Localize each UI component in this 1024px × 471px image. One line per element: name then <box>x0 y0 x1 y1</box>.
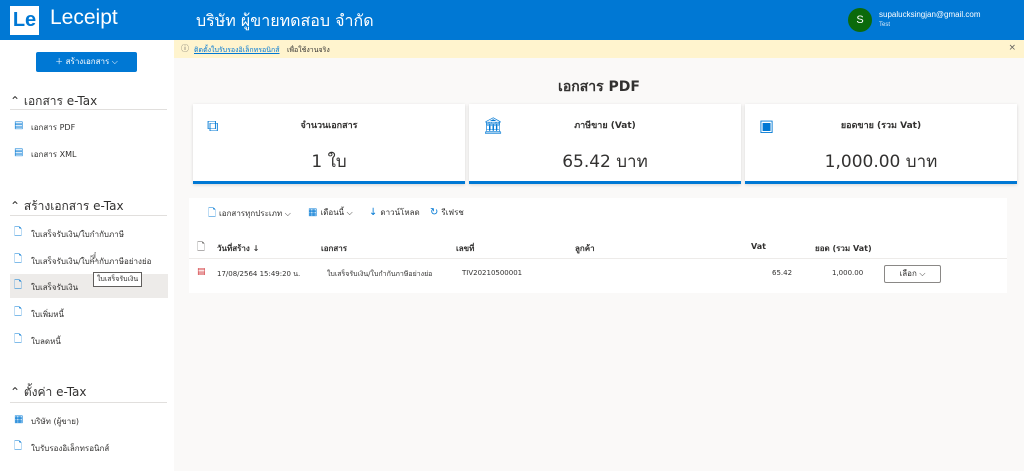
xml-document-icon: ▤ <box>14 147 24 158</box>
sidebar-item-company[interactable]: ▦ บริษัท (ผู้ขาย) <box>10 408 168 432</box>
card-value: 65.42 บาท <box>562 152 648 172</box>
sidebar-item-xml[interactable]: ▤ เอกสาร XML <box>10 141 168 165</box>
card-title: ภาษีขาย (Vat) <box>574 121 636 131</box>
page-title: เอกสาร PDF <box>558 79 640 95</box>
sidebar-item-label: เอกสาร PDF <box>31 123 76 132</box>
document-icon: 🗋 <box>208 208 217 219</box>
cell-vat: 65.42 <box>772 269 793 277</box>
section-etax-settings[interactable]: ⌃ ตั้งค่า e-Tax <box>10 383 87 402</box>
refresh-icon: ↻ <box>430 207 439 218</box>
notice-text: เพื่อใช้งานจริง <box>287 46 330 54</box>
divider <box>10 402 167 403</box>
month-label: เดือนนี้ <box>320 208 345 217</box>
card-title: จำนวนเอกสาร <box>300 121 358 131</box>
tooltip: ใบเสร็จรับเงิน <box>93 272 143 287</box>
document-add-icon: 🗋 <box>14 254 23 265</box>
sidebar-item-label: ใบลดหนี้ <box>31 337 61 346</box>
cell-total: 1,000.00 <box>832 269 864 277</box>
doc-type-label: เอกสารทุกประเภท <box>219 209 283 218</box>
app-name[interactable]: Leceipt <box>50 6 118 30</box>
sidebar-item-debit-note[interactable]: 🗋 ใบเพิ่มหนี้ <box>10 301 168 325</box>
month-filter[interactable]: ▦ เดือนนี้ ⌵ <box>308 206 353 219</box>
download-button[interactable]: ↓ ดาวน์โหลด <box>369 206 420 219</box>
card-value: 1 ใบ <box>311 152 347 172</box>
column-header-date[interactable]: วันที่สร้าง ↓ <box>217 242 259 255</box>
column-header-document[interactable]: เอกสาร <box>321 242 347 255</box>
documents-panel: 🗋 เอกสารทุกประเภท ⌵ ▦ เดือนนี้ ⌵ ↓ ดาวน์โหล… <box>189 198 1007 293</box>
sidebar-item-certificate[interactable]: 🗋 ใบรับรองอิเล็กทรอนิกส์ <box>10 435 168 459</box>
sidebar-item-receipt[interactable]: 🗋 ใบเสร็จรับเงิน <box>10 274 168 298</box>
building-icon: ▦ <box>14 414 24 425</box>
sidebar-item-label: ใบรับรองอิเล็กทรอนิกส์ <box>31 444 110 453</box>
avatar[interactable]: S <box>848 8 872 32</box>
cell-date: 17/08/2564 15:49:20 น. <box>217 270 301 278</box>
column-header-number[interactable]: เลขที่ <box>456 242 474 255</box>
refresh-label: รีเฟรช <box>441 208 464 217</box>
refresh-button[interactable]: ↻ รีเฟรช <box>430 206 464 219</box>
sidebar-item-label: บริษัท (ผู้ขาย) <box>31 417 80 426</box>
document-add-icon: 🗋 <box>14 280 23 291</box>
sidebar-item-label: ใบเพิ่มหนี้ <box>31 310 65 319</box>
hand-cursor-icon: ☝ <box>89 250 98 266</box>
sidebar-item-label: ใบเสร็จรับเงิน <box>31 283 79 292</box>
download-icon: ↓ <box>369 207 378 218</box>
file-type-icon: 🗋 <box>197 242 206 253</box>
card-value: 1,000.00 บาท <box>824 152 938 172</box>
install-certificate-link[interactable]: ติดตั้งใบรับรองอิเล็กทรอนิกส์ <box>194 45 280 56</box>
card-vat: 🏛 ภาษีขาย (Vat) 65.42 บาท <box>469 104 741 184</box>
sidebar-item-credit-note[interactable]: 🗋 ใบลดหนี้ <box>10 328 168 352</box>
sidebar-item-label: เอกสาร XML <box>31 150 77 159</box>
doc-type-filter[interactable]: 🗋 เอกสารทุกประเภท ⌵ <box>208 206 291 223</box>
column-header-vat[interactable]: Vat <box>751 242 766 251</box>
company-name: บริษัท ผู้ขายทดสอบ จำกัด <box>196 11 374 30</box>
column-header-customer[interactable]: ลูกค้า <box>575 242 595 255</box>
card-title: ยอดขาย (รวม Vat) <box>840 121 922 131</box>
user-email[interactable]: supalucksingjan@gmail.com <box>879 10 981 19</box>
card-document-count: ⧉ จำนวนเอกสาร 1 ใบ <box>193 104 465 184</box>
app-logo[interactable]: Le <box>10 6 39 35</box>
close-icon[interactable]: × <box>1008 43 1016 53</box>
document-add-icon: 🗋 <box>14 307 23 318</box>
pdf-document-icon: ▤ <box>14 120 24 131</box>
divider <box>189 258 1007 259</box>
cell-document: ใบเสร็จรับเงิน/ใบกำกับภาษีอย่างย่อ <box>327 270 433 278</box>
divider <box>10 215 167 216</box>
section-create-etax[interactable]: ⌃ สร้างเอกสาร e-Tax <box>10 197 124 216</box>
top-bar: Le Leceipt บริษัท ผู้ขายทดสอบ จำกัด S su… <box>0 0 1024 40</box>
sidebar: ＋ สร้างเอกสาร ⌵ ⌃ เอกสาร e-Tax ▤ เอกสาร … <box>0 40 174 471</box>
notice-bar: ⓘ ติดตั้งใบรับรองอิเล็กทรอนิกส์ เพื่อใช้… <box>174 40 1024 58</box>
column-header-total[interactable]: ยอด (รวม Vat) <box>815 242 872 255</box>
user-subtitle: Test <box>879 22 891 28</box>
card-total-sales: ▣ ยอดขาย (รวม Vat) 1,000.00 บาท <box>745 104 1017 184</box>
calendar-icon: ▦ <box>308 207 318 218</box>
create-document-button[interactable]: ＋ สร้างเอกสาร ⌵ <box>36 52 137 72</box>
sidebar-item-label: ใบเสร็จรับเงิน/ใบกำกับภาษี <box>31 230 125 239</box>
sidebar-item-receipt-taxinvoice[interactable]: 🗋 ใบเสร็จรับเงิน/ใบกำกับภาษี <box>10 221 168 245</box>
info-icon: ⓘ <box>181 44 189 53</box>
document-add-icon: 🗋 <box>14 227 23 238</box>
certificate-icon: 🗋 <box>14 441 23 452</box>
download-label: ดาวน์โหลด <box>380 208 420 217</box>
cell-number: TIV20210500001 <box>462 269 523 277</box>
document-add-icon: 🗋 <box>14 334 23 345</box>
select-action-button[interactable]: เลือก ⌵ <box>884 265 941 283</box>
divider <box>10 109 167 110</box>
pdf-icon[interactable]: ▤ <box>197 267 206 277</box>
sidebar-item-pdf[interactable]: ▤ เอกสาร PDF <box>10 114 168 138</box>
